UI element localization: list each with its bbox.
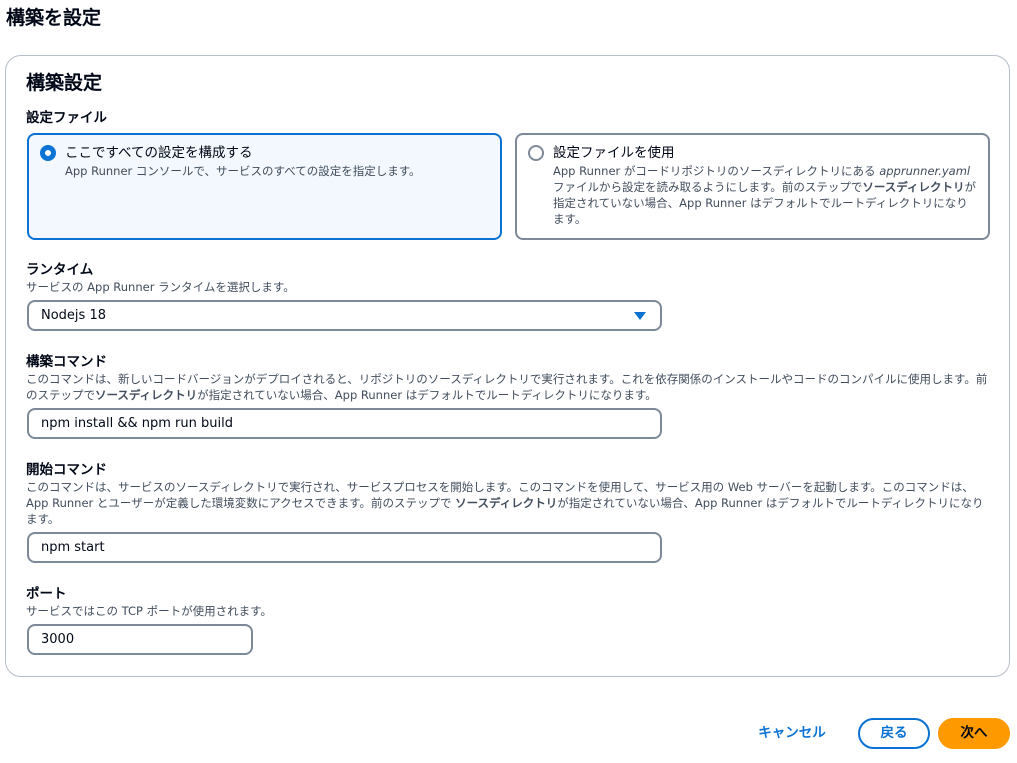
start-command-description: このコマンドは、サービスのソースディレクトリで実行され、サービスプロセスを開始し… bbox=[26, 480, 984, 526]
option-use-config-file-description: App Runner がコードリポジトリのソースディレクトリにある apprun… bbox=[553, 164, 976, 226]
build-command-description: このコマンドは、新しいコードバージョンがデプロイされると、リポジトリのソースディ… bbox=[26, 372, 988, 402]
port-label: ポート bbox=[26, 586, 67, 602]
build-command-input[interactable]: npm install && npm run build bbox=[27, 408, 662, 439]
radio-configure-here[interactable] bbox=[40, 145, 56, 161]
config-file-label: 設定ファイル bbox=[26, 110, 107, 126]
start-command-label: 開始コマンド bbox=[26, 462, 107, 478]
back-button[interactable]: 戻る bbox=[858, 718, 930, 749]
cancel-button[interactable]: キャンセル bbox=[752, 718, 832, 749]
caret-down-icon bbox=[634, 312, 646, 320]
build-settings-panel: 構築設定 設定ファイル ここですべての設定を構成する App Runner コン… bbox=[5, 55, 1010, 677]
option-configure-here[interactable]: ここですべての設定を構成する App Runner コンソールで、サービスのすべ… bbox=[27, 133, 502, 240]
build-command-label: 構築コマンド bbox=[26, 354, 107, 370]
option-use-config-file-title: 設定ファイルを使用 bbox=[553, 145, 675, 161]
runtime-select-value: Nodejs 18 bbox=[41, 308, 106, 323]
option-use-config-file[interactable]: 設定ファイルを使用 App Runner がコードリポジトリのソースディレクトリ… bbox=[515, 133, 990, 240]
option-configure-here-description: App Runner コンソールで、サービスのすべての設定を指定します。 bbox=[65, 164, 421, 178]
radio-use-config-file[interactable] bbox=[528, 145, 544, 161]
runtime-label: ランタイム bbox=[26, 262, 94, 278]
runtime-description: サービスの App Runner ランタイムを選択します。 bbox=[26, 280, 295, 294]
next-button[interactable]: 次へ bbox=[938, 718, 1010, 749]
panel-title: 構築設定 bbox=[26, 72, 103, 94]
runtime-select[interactable]: Nodejs 18 bbox=[27, 300, 662, 331]
page-title: 構築を設定 bbox=[6, 7, 102, 29]
port-description: サービスではこの TCP ポートが使用されます。 bbox=[26, 604, 272, 618]
option-configure-here-title: ここですべての設定を構成する bbox=[65, 145, 253, 161]
port-input[interactable]: 3000 bbox=[27, 624, 253, 655]
start-command-input[interactable]: npm start bbox=[27, 532, 662, 563]
